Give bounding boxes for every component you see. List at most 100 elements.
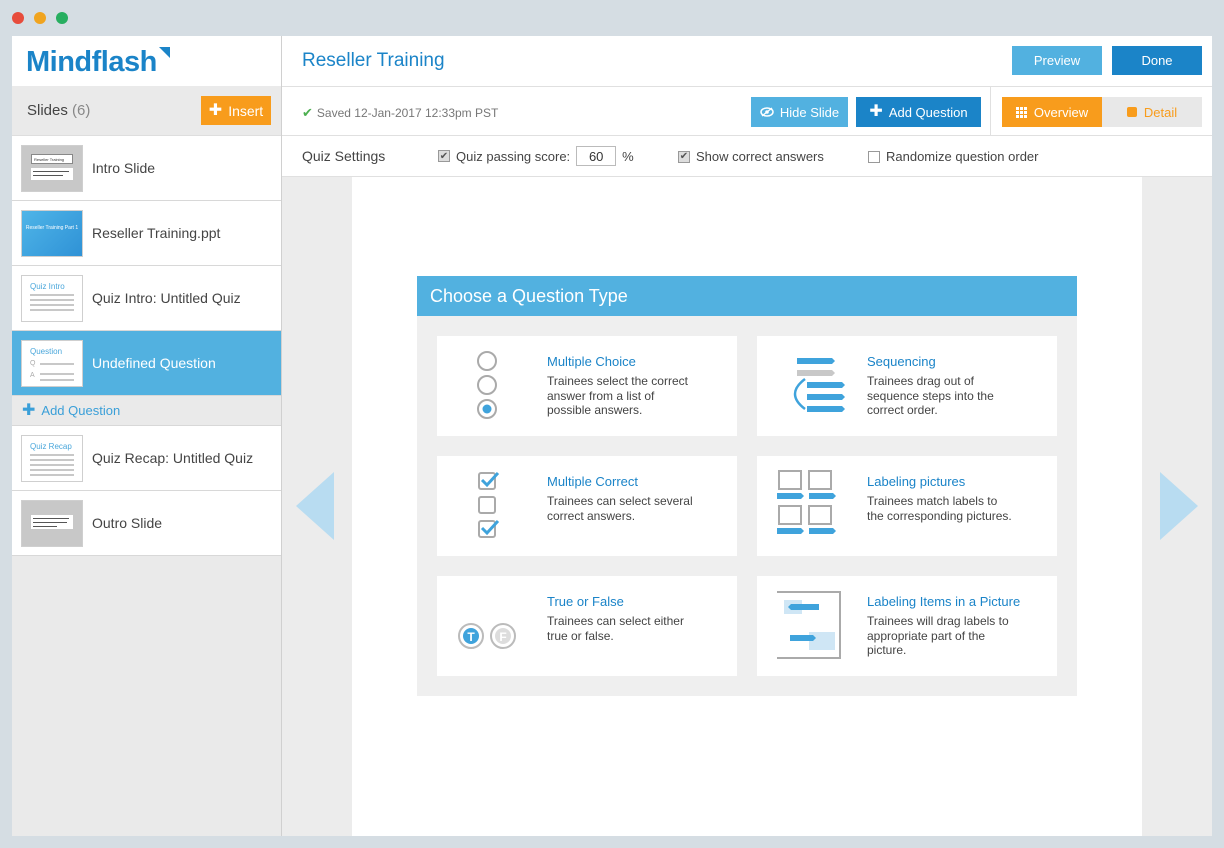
question-type-labeling-pictures[interactable]: Labeling pictures Trainees match labels … xyxy=(757,456,1057,556)
thumb-line xyxy=(33,525,57,527)
card-description: Trainees will drag labels to appropriate… xyxy=(867,614,1009,657)
sequence-icon xyxy=(793,358,845,412)
quiz-settings-label: Quiz Settings xyxy=(302,148,386,164)
true-false-icon: T F xyxy=(458,623,516,649)
show-correct-checkbox[interactable]: ✔ xyxy=(678,150,690,163)
passing-score-setting: ✔ Quiz passing score: % xyxy=(438,146,634,166)
overview-label: Overview xyxy=(1033,104,1089,120)
card-title: Multiple Correct xyxy=(547,474,639,489)
thumb-title: Quiz Intro xyxy=(30,281,65,291)
passing-score-label: Quiz passing score: xyxy=(456,148,571,164)
slide-item-outro[interactable]: Outro Slide xyxy=(12,491,281,556)
insert-button[interactable]: ✚ Insert xyxy=(201,96,271,125)
close-window-button[interactable] xyxy=(12,12,24,24)
randomize-checkbox[interactable] xyxy=(868,150,880,163)
svg-text:T: T xyxy=(467,630,475,644)
square-icon xyxy=(1126,107,1137,117)
grid-icon xyxy=(1015,106,1027,118)
question-type-multiple-correct[interactable]: Multiple Correct Trainees can select sev… xyxy=(437,456,737,556)
randomize-setting: Randomize question order xyxy=(868,149,1038,164)
passing-score-checkbox[interactable]: ✔ xyxy=(438,150,450,162)
thumb-q-marker: Q xyxy=(30,359,36,367)
checkbox-list-icon xyxy=(478,471,500,538)
prev-slide-arrow-icon[interactable] xyxy=(296,472,334,540)
slides-title: Slides (6) xyxy=(27,102,90,119)
overview-tab[interactable]: Overview xyxy=(1002,97,1102,127)
detail-tab[interactable]: Detail xyxy=(1102,97,1202,127)
add-question-label: Add Question xyxy=(41,403,121,418)
card-description: Trainees drag out of sequence steps into… xyxy=(867,374,994,417)
slide-item-intro[interactable]: Reseller Training Intro Slide xyxy=(12,136,281,201)
thumb-line xyxy=(30,458,74,461)
thumb-line xyxy=(30,298,74,301)
thumb-title: Question xyxy=(30,346,63,356)
slide-thumbnail: Reseller Training Part 1 xyxy=(21,209,83,257)
thumb-line xyxy=(40,372,74,375)
add-question-label: Add Question xyxy=(888,104,968,120)
label-picture-icon xyxy=(777,591,841,659)
thumb-line xyxy=(30,303,74,306)
question-type-multiple-choice[interactable]: Multiple Choice Trainees select the corr… xyxy=(437,336,737,436)
window-controls xyxy=(12,12,68,24)
saved-text: Saved 12-Jan-2017 12:33pm PST xyxy=(316,106,499,120)
thumb-line xyxy=(30,453,74,456)
sidebar-add-question-button[interactable]: ✚ Add Question xyxy=(12,396,281,426)
thumb-line xyxy=(30,293,74,296)
question-type-sequencing[interactable]: Sequencing Trainees drag out of sequence… xyxy=(757,336,1057,436)
toolbar-divider xyxy=(990,87,991,136)
card-description: Trainees match labels to the correspondi… xyxy=(867,494,1012,523)
slides-title-text: Slides xyxy=(27,102,68,119)
minimize-window-button[interactable] xyxy=(34,12,46,24)
card-title: Multiple Choice xyxy=(547,354,636,369)
slides-count: (6) xyxy=(72,102,91,119)
thumb-line xyxy=(33,517,69,519)
show-correct-setting: ✔ Show correct answers xyxy=(678,149,824,164)
thumb-line xyxy=(30,463,74,466)
slide-thumbnail: Question Q A xyxy=(21,339,83,387)
maximize-window-button[interactable] xyxy=(56,12,68,24)
dialog-title: Choose a Question Type xyxy=(417,276,1077,316)
app-window: Mindflash Slides (6) ✚ Insert Reseller Tr… xyxy=(12,36,1212,836)
question-type-true-false[interactable]: T F True or False Trainees can select ei… xyxy=(437,576,737,676)
logo-text: Mindflash xyxy=(26,46,157,78)
eye-slash-icon xyxy=(760,107,774,117)
detail-label: Detail xyxy=(1143,104,1178,120)
thumb-title-box: Reseller Training xyxy=(31,153,73,164)
randomize-label: Randomize question order xyxy=(886,149,1039,164)
slide-thumbnail: Quiz Recap xyxy=(21,434,83,482)
card-description: Trainees can select several correct answ… xyxy=(547,494,693,523)
slides-header: Slides (6) ✚ Insert xyxy=(12,86,281,136)
slide-item-reseller-ppt[interactable]: Reseller Training Part 1 Reseller Traini… xyxy=(12,201,281,266)
passing-score-input[interactable] xyxy=(576,146,617,166)
thumb-a-marker: A xyxy=(30,371,35,379)
preview-button[interactable]: Preview xyxy=(1012,46,1102,75)
course-title: Reseller Training xyxy=(302,50,445,71)
plus-icon: ✚ xyxy=(22,401,36,419)
thumb-line xyxy=(33,521,67,523)
insert-label: Insert xyxy=(228,102,264,119)
slide-label: Outro Slide xyxy=(92,515,163,531)
question-type-dialog: Choose a Question Type Multiple Choice T… xyxy=(417,276,1077,696)
slide-toolbar: ✔ Saved 12-Jan-2017 12:33pm PST Hide Slid… xyxy=(282,87,1212,136)
slide-item-quiz-recap[interactable]: Quiz Recap Quiz Recap: Untitled Quiz xyxy=(12,426,281,491)
thumb-line xyxy=(33,174,63,176)
add-question-button[interactable]: ✚ Add Question xyxy=(856,97,981,127)
thumb-line xyxy=(30,468,74,471)
label-grid-icon xyxy=(777,470,836,534)
slide-item-quiz-intro[interactable]: Quiz Intro Quiz Intro: Untitled Quiz xyxy=(12,266,281,331)
quiz-settings-bar: Quiz Settings ✔ Quiz passing score: % ✔ … xyxy=(282,136,1212,177)
thumb-line xyxy=(33,170,69,172)
slide-item-undefined-question[interactable]: Question Q A Undefined Question xyxy=(12,331,281,396)
slides-sidebar: Mindflash Slides (6) ✚ Insert Reseller Tr… xyxy=(12,36,282,836)
thumb-line xyxy=(30,473,74,476)
save-status: ✔ Saved 12-Jan-2017 12:33pm PST xyxy=(302,105,498,121)
plus-icon: ✚ xyxy=(869,103,883,120)
thumb-line xyxy=(30,308,74,311)
card-title: Labeling pictures xyxy=(867,474,966,489)
thumb-line xyxy=(40,362,74,365)
hide-slide-label: Hide Slide xyxy=(779,104,840,120)
done-button[interactable]: Done xyxy=(1112,46,1202,75)
question-type-labeling-items[interactable]: Labeling Items in a Picture Trainees wil… xyxy=(757,576,1057,676)
next-slide-arrow-icon[interactable] xyxy=(1160,472,1198,540)
hide-slide-button[interactable]: Hide Slide xyxy=(751,97,848,127)
